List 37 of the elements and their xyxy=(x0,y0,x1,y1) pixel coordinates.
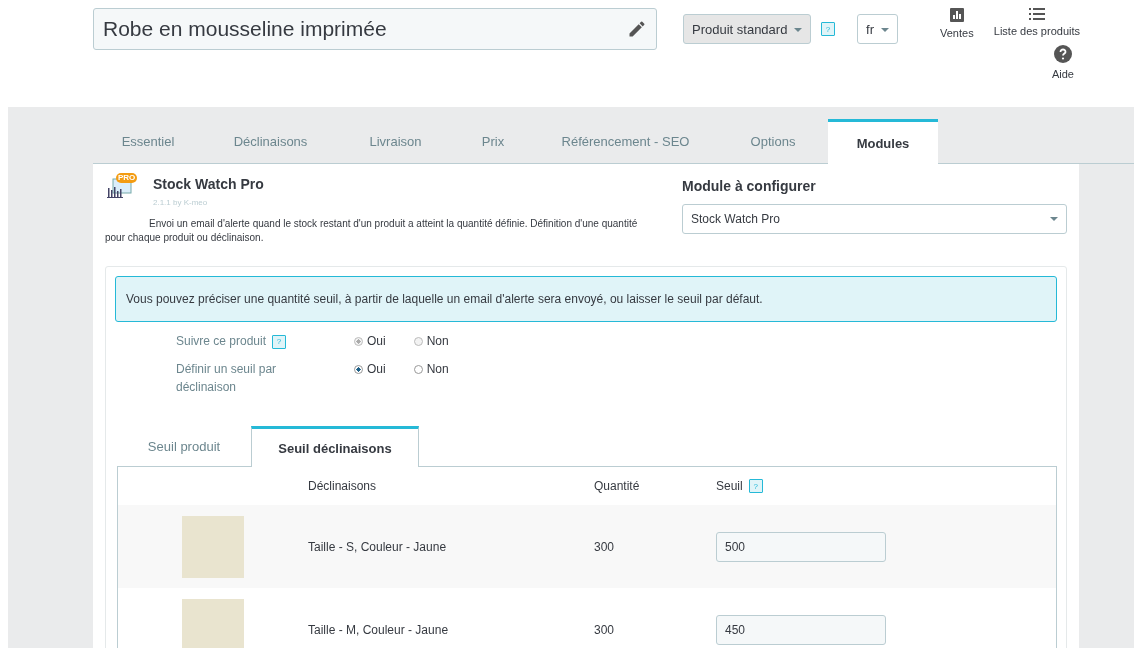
column-header: Déclinaisons xyxy=(308,479,378,493)
product-name-field[interactable]: Robe en mousseline imprimée xyxy=(93,8,657,50)
pro-label: PRO xyxy=(116,173,138,183)
header-link[interactable]: Aide xyxy=(1051,45,1074,80)
photo-placeholder xyxy=(182,598,244,648)
sub-tab[interactable]: Seuil déclinaisons xyxy=(251,426,419,467)
caret-icon xyxy=(880,28,889,33)
table-cell-text: Taille - M, Couleur - Jaune xyxy=(308,622,450,637)
table-cell-text: 300 xyxy=(594,539,616,554)
radio-option[interactable]: Oui xyxy=(354,360,386,378)
info-alert: Vous pouvez préciser une quantité seuil, à partir de laquelle un email d'alerte sera envoyé, ou laisser le seuil par défaut. xyxy=(115,276,1057,322)
module-select-label: Module à configurer xyxy=(682,178,817,194)
help-icon xyxy=(1054,45,1072,63)
column-header: Quantité xyxy=(594,479,641,493)
tab[interactable]: Modules xyxy=(828,119,938,164)
column-header: Seuil xyxy=(716,479,743,493)
caret-icon xyxy=(794,28,802,33)
module-select[interactable]: Stock Watch Pro xyxy=(682,204,1067,234)
module-description: Envoi un email d'alerte quand le stock restant d'un produit a atteint la quantité définie. Définition d'une quantité pour chaque produit ou déclinaison. xyxy=(105,217,639,245)
table-cell-text: Taille - S, Couleur - Jaune xyxy=(308,539,448,554)
language-dropdown[interactable]: fr xyxy=(857,14,898,44)
setting-label: Suivre ce produit xyxy=(176,334,267,348)
product-type-dropdown[interactable]: Produit standard xyxy=(683,14,811,44)
caret-icon xyxy=(1050,217,1058,221)
bar-chart-icon xyxy=(949,8,964,22)
photo-placeholder xyxy=(182,515,244,578)
setting-label: Définir un seuil par déclinaison xyxy=(176,362,277,394)
threshold-input[interactable]: 500 xyxy=(716,531,886,562)
radio-option[interactable]: Non xyxy=(413,360,449,378)
sub-tab[interactable]: Seuil produit xyxy=(117,426,251,466)
header-link[interactable]: Ventes xyxy=(940,8,974,39)
pencil-icon xyxy=(627,19,647,39)
header-link[interactable]: Liste des produits xyxy=(993,8,1080,39)
list-icon xyxy=(1028,8,1045,20)
module-name: Stock Watch Pro xyxy=(153,176,264,192)
table-cell-text: 300 xyxy=(594,622,616,637)
threshold-input[interactable]: 450 xyxy=(716,614,886,645)
